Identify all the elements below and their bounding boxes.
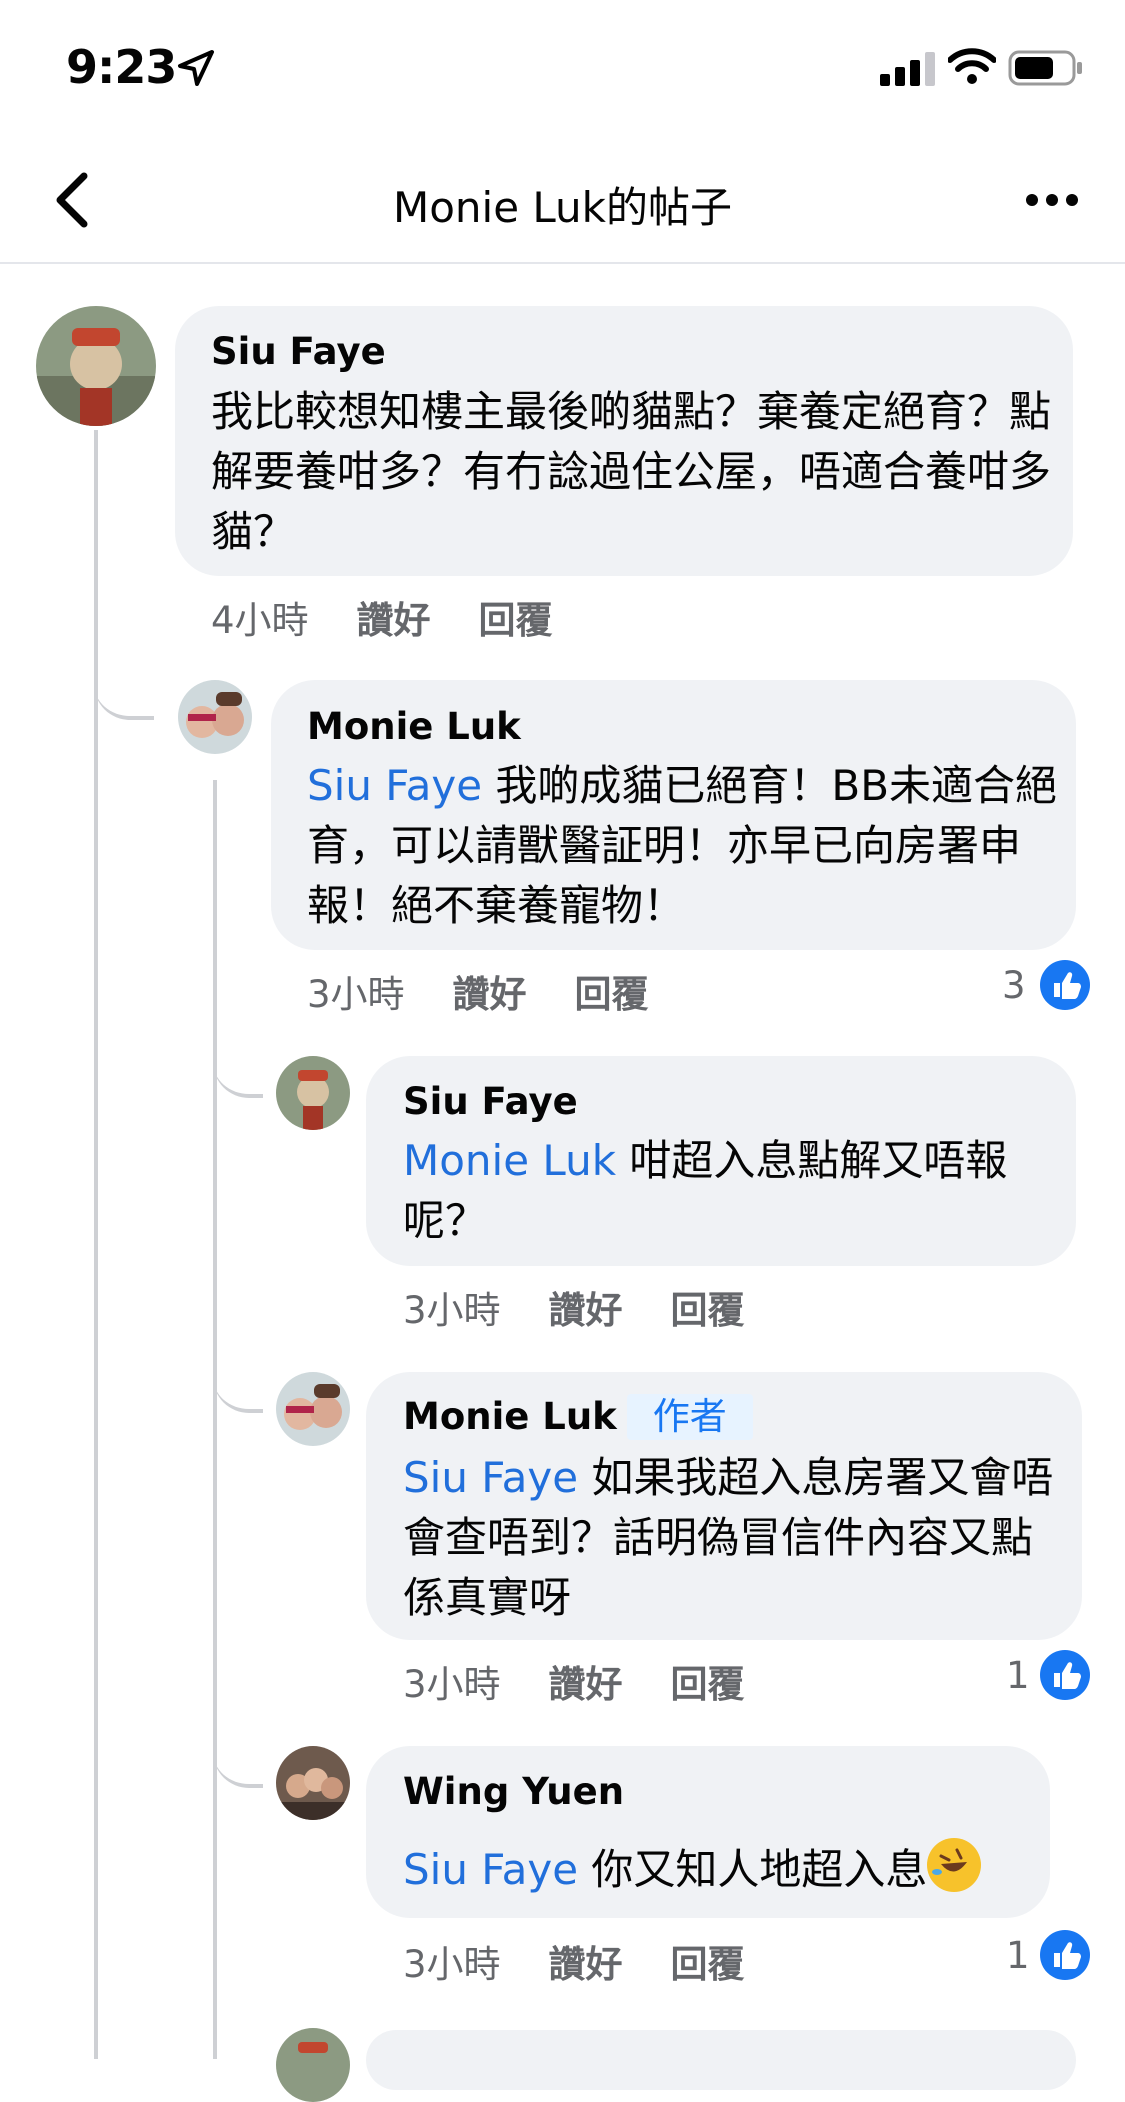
location-arrow-icon <box>178 50 214 86</box>
avatar[interactable] <box>276 1746 350 1820</box>
comment-text: Siu Faye 你又知人地超入息 <box>403 1838 1043 1900</box>
thread-line-replies <box>213 780 217 2059</box>
reply-button[interactable]: 回覆 <box>671 1289 745 1332</box>
more-options-icon[interactable] <box>1024 180 1080 220</box>
comment-text: 我比較想知樓主最後啲貓點？棄養定絕育？點解要養咁多？有冇諗過住公屋，唔適合養咁多… <box>211 382 1051 562</box>
reply-button[interactable]: 回覆 <box>671 1663 745 1706</box>
mention-link[interactable]: Siu Faye <box>403 1453 578 1502</box>
like-button[interactable]: 讚好 <box>549 1943 623 1986</box>
comment-author[interactable]: Siu Faye <box>211 330 386 373</box>
avatar[interactable] <box>36 306 156 426</box>
avatar[interactable] <box>276 1372 350 1446</box>
reply-button[interactable]: 回覆 <box>575 973 649 1016</box>
comment-author[interactable]: Siu Faye <box>403 1080 578 1123</box>
comment-author-name[interactable]: Monie Luk <box>403 1395 617 1438</box>
comment-bubble[interactable] <box>366 2030 1076 2090</box>
comment-time: 3小時 <box>403 1943 501 1986</box>
thumbs-up-icon[interactable] <box>1040 1650 1090 1700</box>
comment-body: 你又知人地超入息 <box>591 1845 928 1894</box>
top-nav-bar: Monie Luk的帖子 <box>0 140 1125 264</box>
comment-text: Siu Faye 我啲成貓已絕育！BB未適合絕育，可以請獸醫証明！亦早已向房署申… <box>307 756 1067 936</box>
reply-button[interactable]: 回覆 <box>671 1943 745 1986</box>
reaction-count[interactable]: 1 <box>1006 1654 1030 1697</box>
comment-time: 3小時 <box>403 1663 501 1706</box>
comment-actions: 3小時 讚好 回覆 <box>403 1934 745 1988</box>
like-button[interactable]: 讚好 <box>453 973 527 1016</box>
thread-connector <box>213 1720 263 1788</box>
thread-connector <box>213 1345 263 1413</box>
author-badge: 作者 <box>626 1394 753 1440</box>
comment-text: Siu Faye 如果我超入息房署又會唔會查唔到？話明偽冒信件內容又點係真實呀 <box>403 1448 1063 1628</box>
comment-actions: 3小時 讚好 回覆 <box>403 1654 745 1708</box>
signal-icon <box>880 52 935 86</box>
comment-time: 4小時 <box>211 599 309 642</box>
reaction-count[interactable]: 1 <box>1006 1934 1030 1977</box>
mention-link[interactable]: Siu Faye <box>307 761 482 810</box>
page-title: Monie Luk的帖子 <box>392 183 732 232</box>
comment-actions: 3小時 讚好 回覆 <box>403 1280 745 1334</box>
comment-actions: 3小時 讚好 回覆 <box>307 964 649 1018</box>
thumbs-up-icon[interactable] <box>1040 1930 1090 1980</box>
avatar[interactable] <box>276 2028 350 2102</box>
thread-connector <box>213 1030 263 1098</box>
comment-time: 3小時 <box>403 1289 501 1332</box>
thread-connector <box>94 650 154 720</box>
reply-button[interactable]: 回覆 <box>479 599 553 642</box>
avatar[interactable] <box>276 1056 350 1130</box>
like-button[interactable]: 讚好 <box>549 1289 623 1332</box>
status-time: 9:23 <box>66 40 177 94</box>
thumbs-up-icon[interactable] <box>1040 960 1090 1010</box>
comment-author[interactable]: Monie Luk 作者 <box>403 1394 753 1440</box>
comment-body: 我比較想知樓主最後啲貓點？棄養定絕育？點解要養咁多？有冇諗過住公屋，唔適合養咁多… <box>211 387 1052 556</box>
comment-text: Monie Luk 咁超入息點解又唔報呢？ <box>403 1131 1063 1251</box>
comment-time: 3小時 <box>307 973 405 1016</box>
comment-author[interactable]: Wing Yuen <box>403 1770 624 1813</box>
reaction-count[interactable]: 3 <box>1002 964 1026 1007</box>
rolling-on-floor-laughing-emoji <box>927 1838 982 1892</box>
avatar[interactable] <box>178 680 252 754</box>
wifi-icon <box>948 48 996 84</box>
like-button[interactable]: 讚好 <box>357 599 431 642</box>
like-button[interactable]: 讚好 <box>549 1663 623 1706</box>
battery-icon <box>1008 50 1082 86</box>
mention-link[interactable]: Siu Faye <box>403 1845 578 1894</box>
comment-actions: 4小時 讚好 回覆 <box>211 590 553 644</box>
status-bar: 9:23 <box>0 0 1125 140</box>
mention-link[interactable]: Monie Luk <box>403 1136 616 1185</box>
comment-author[interactable]: Monie Luk <box>307 705 521 748</box>
